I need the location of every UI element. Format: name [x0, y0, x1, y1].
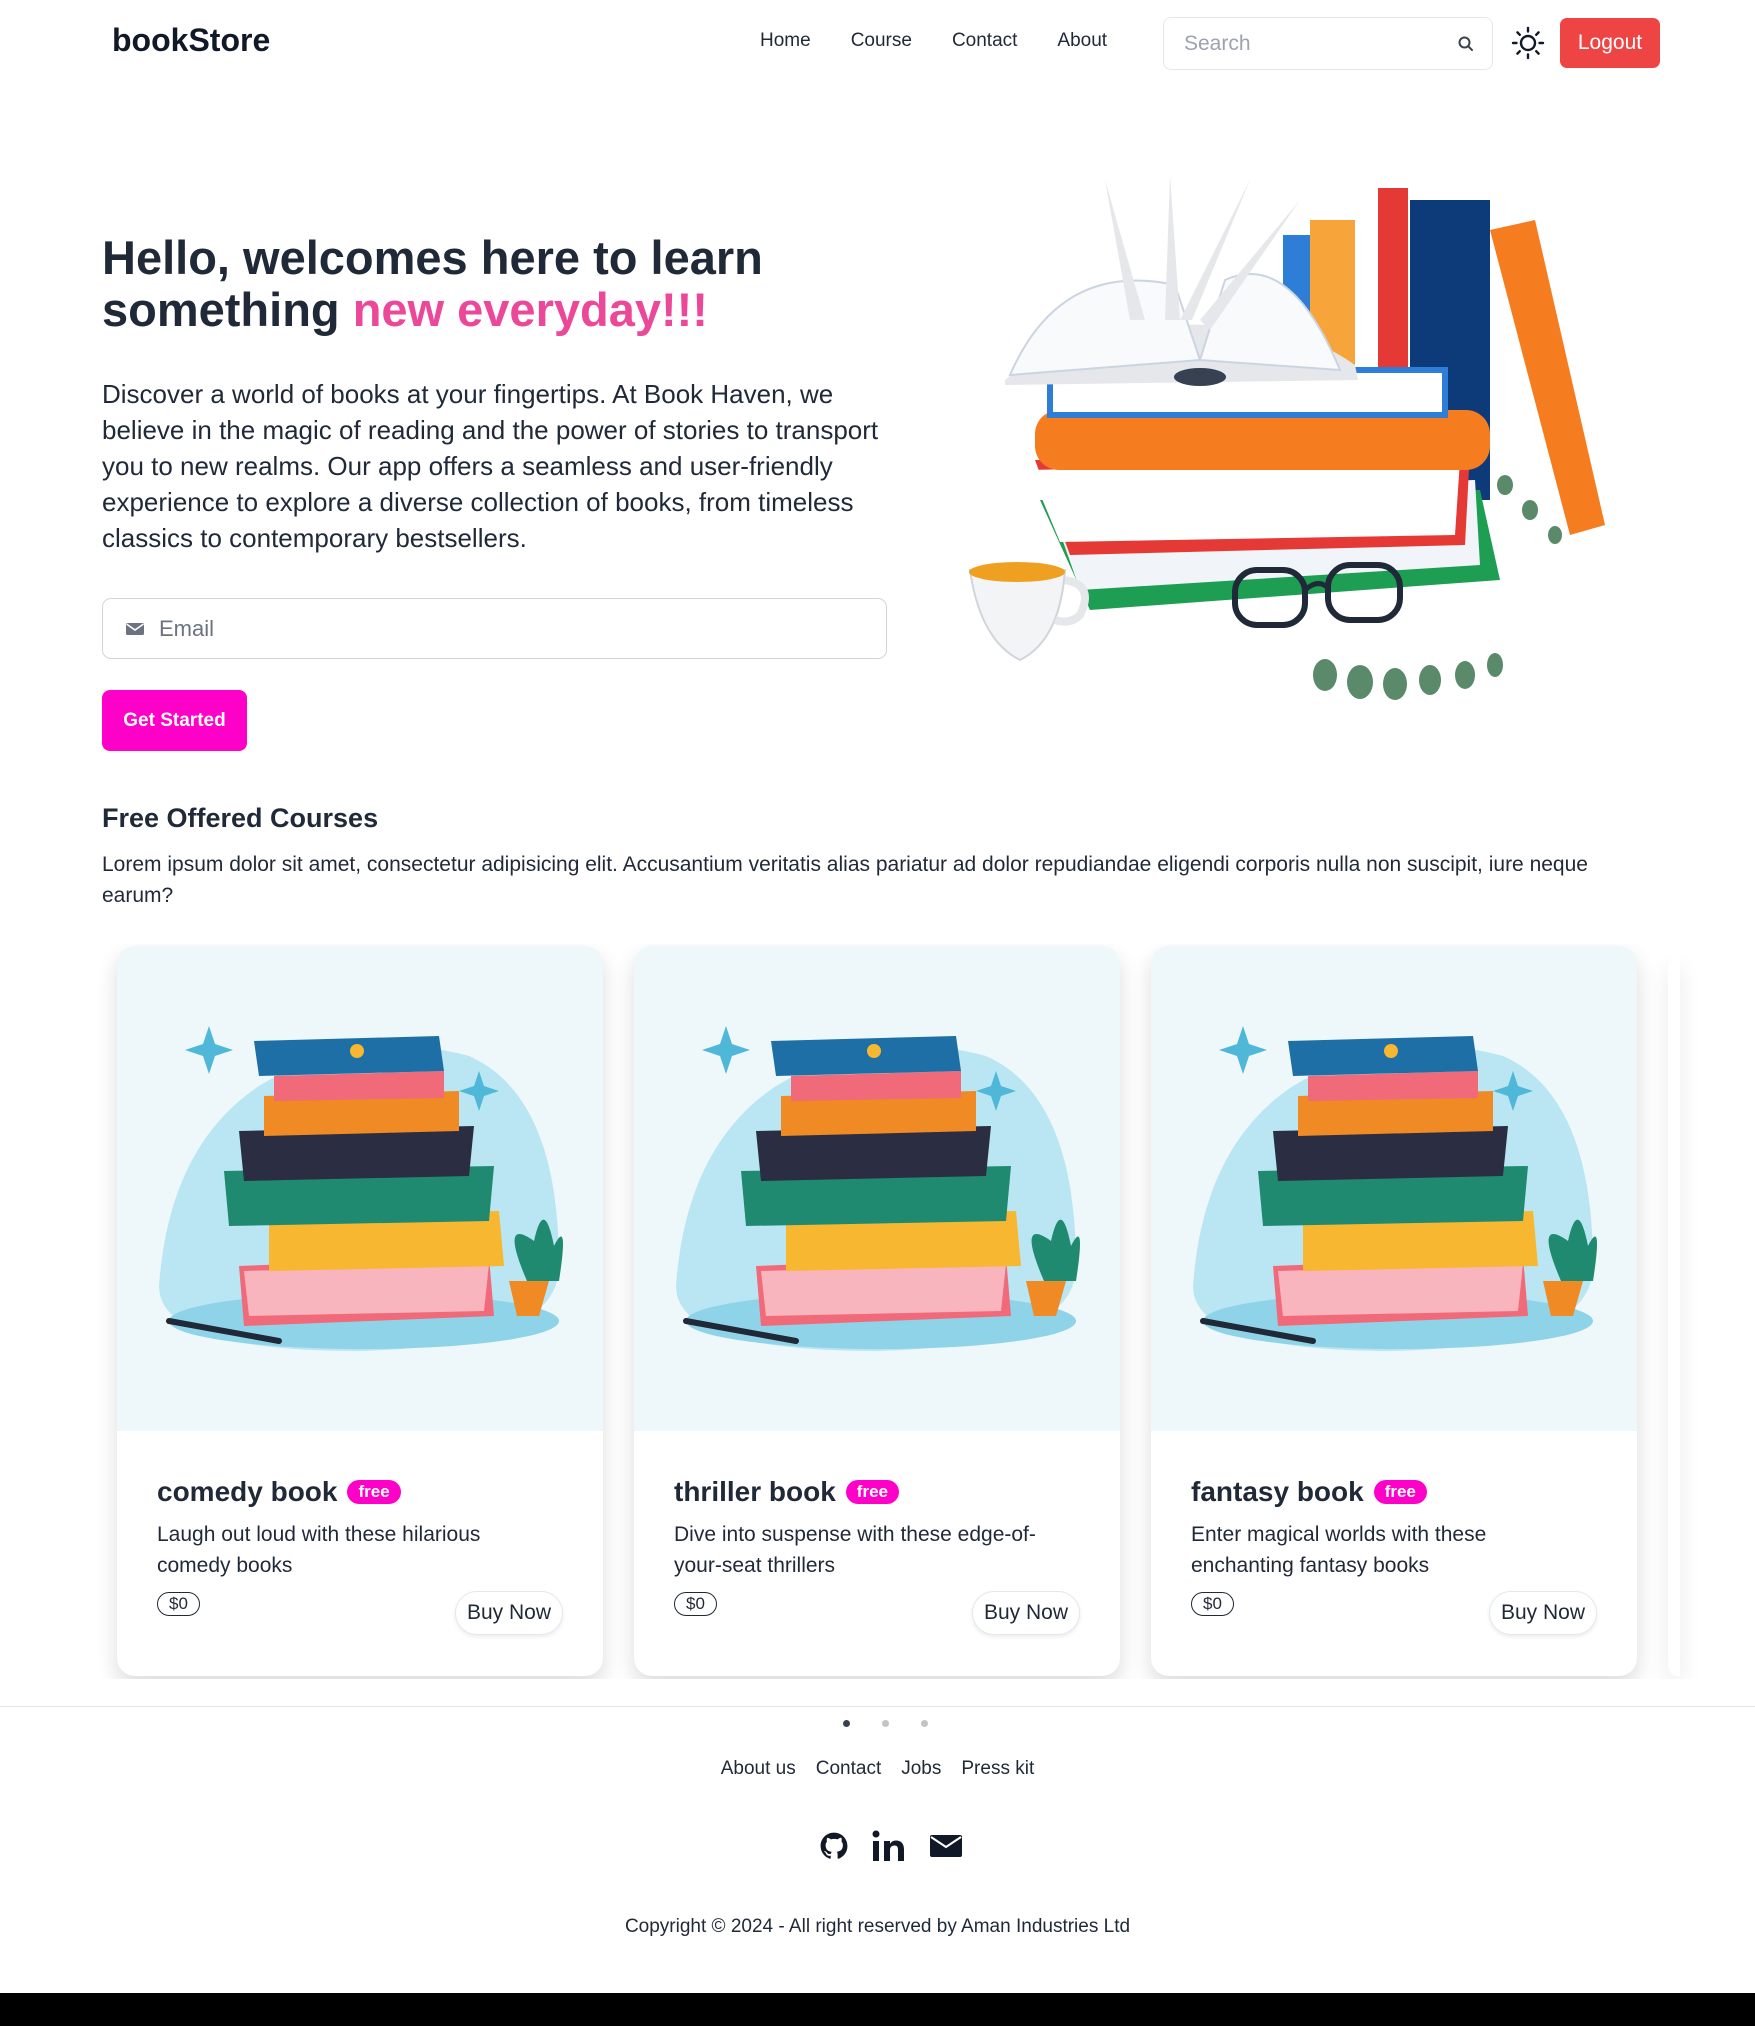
buy-now-button[interactable]: Buy Now — [971, 1591, 1080, 1635]
price-badge: $0 — [674, 1592, 717, 1616]
course-card[interactable]: thriller book free Dive into suspense wi… — [634, 946, 1120, 1676]
footer-link-about[interactable]: About us — [721, 1758, 796, 1780]
github-icon[interactable] — [820, 1832, 848, 1865]
nav-link-about[interactable]: About — [1037, 30, 1127, 52]
card-title-row: fantasy book free — [1191, 1476, 1427, 1508]
email-field[interactable] — [159, 615, 859, 642]
nav-link-contact[interactable]: Contact — [932, 30, 1037, 52]
logout-button[interactable]: Logout — [1560, 18, 1660, 68]
books-illustration — [968, 175, 1605, 700]
courses-title: Free Offered Courses — [102, 803, 379, 833]
book-stack-illustration — [159, 1026, 563, 1351]
footer-link-jobs[interactable]: Jobs — [901, 1758, 941, 1780]
search-icon[interactable] — [1456, 34, 1476, 54]
divider — [0, 1706, 1755, 1707]
card-image — [1151, 946, 1637, 1431]
footer-link-contact[interactable]: Contact — [816, 1758, 881, 1780]
linkedin-icon[interactable] — [872, 1830, 906, 1867]
book-stack-illustration — [676, 1026, 1080, 1351]
search-box — [1163, 17, 1493, 70]
free-badge: free — [347, 1480, 401, 1504]
card-image — [117, 946, 603, 1431]
buy-now-button[interactable]: Buy Now — [454, 1591, 563, 1635]
carousel-dot[interactable] — [882, 1720, 889, 1727]
social-links — [820, 1830, 962, 1867]
course-card[interactable]: comedy book free Laugh out loud with the… — [117, 946, 603, 1676]
card-description: Enter magical worlds with these enchanti… — [1191, 1523, 1487, 1577]
mail-icon[interactable] — [930, 1835, 962, 1862]
course-carousel: comedy book free Laugh out loud with the… — [0, 944, 1755, 1679]
carousel-dot[interactable] — [921, 1720, 928, 1727]
price-badge: $0 — [157, 1592, 200, 1616]
navbar: bookStore Home Course Contact About Logo… — [0, 0, 1755, 86]
mail-icon — [126, 622, 144, 635]
card-title-row: thriller book free — [674, 1476, 899, 1508]
free-badge: free — [1373, 1480, 1427, 1504]
hero-description: Discover a world of books at your finger… — [102, 379, 879, 553]
copyright-text: Copyright © 2024 - All right reserved by… — [624, 1916, 1131, 1937]
brand-logo[interactable]: bookStore — [112, 22, 270, 59]
course-card[interactable]: fantasy book free Enter magical worlds w… — [1151, 946, 1637, 1676]
next-card-peek[interactable] — [1668, 956, 1680, 1676]
carousel-dots — [843, 1720, 928, 1727]
search-input[interactable] — [1184, 31, 1434, 56]
card-description: Laugh out loud with these hilarious come… — [157, 1523, 481, 1577]
card-title: comedy book — [157, 1476, 338, 1507]
book-stack-illustration — [1193, 1026, 1597, 1351]
card-title: thriller book — [674, 1476, 836, 1507]
carousel-dot[interactable] — [843, 1720, 850, 1727]
card-image — [634, 946, 1120, 1431]
sun-icon[interactable] — [1511, 26, 1545, 60]
get-started-button[interactable]: Get Started — [102, 690, 247, 751]
free-badge: free — [845, 1480, 899, 1504]
card-title-row: comedy book free — [157, 1476, 401, 1508]
nav-link-course[interactable]: Course — [831, 30, 932, 52]
card-description: Dive into suspense with these edge-of-yo… — [674, 1523, 1036, 1577]
nav-links: Home Course Contact About — [740, 30, 1127, 52]
footer-link-press-kit[interactable]: Press kit — [961, 1758, 1034, 1780]
hero-title: Hello, welcomes here to learn something … — [102, 232, 922, 336]
bottom-bar — [0, 1993, 1755, 2026]
email-field-wrapper — [102, 598, 887, 659]
courses-description: Lorem ipsum dolor sit amet, consectetur … — [102, 853, 1588, 907]
hero-title-accent: new everyday!!! — [352, 283, 708, 336]
footer-links: About us Contact Jobs Press kit — [0, 1758, 1755, 1780]
price-badge: $0 — [1191, 1592, 1234, 1616]
nav-link-home[interactable]: Home — [740, 30, 831, 52]
card-title: fantasy book — [1191, 1476, 1364, 1507]
buy-now-button[interactable]: Buy Now — [1488, 1591, 1597, 1635]
